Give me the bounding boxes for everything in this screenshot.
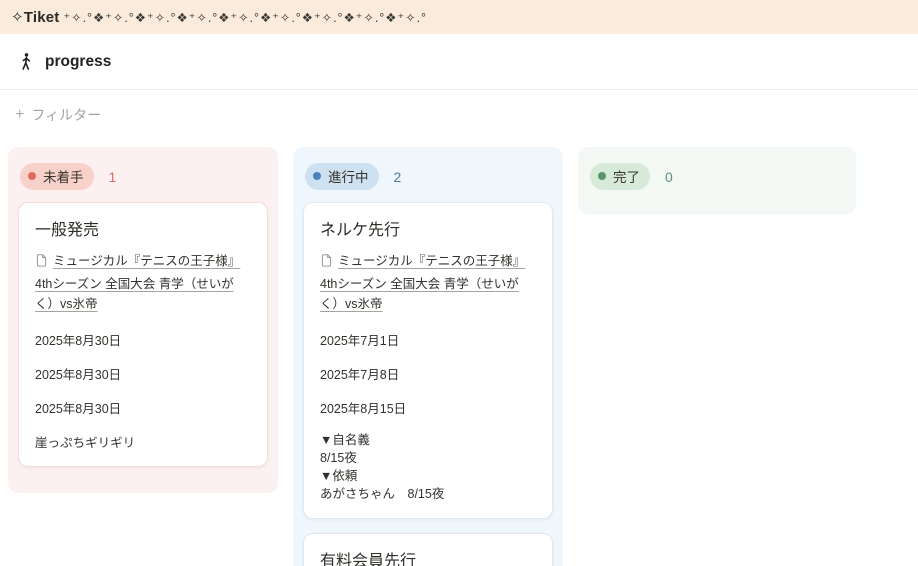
board-column-done: 完了 0: [578, 147, 856, 214]
card-property-value: 2025年7月8日: [320, 367, 400, 382]
card-title: 有料会員先行: [320, 553, 417, 566]
kanban-card[interactable]: 有料会員先行ミュージカル『刀剣乱舞』 目出度歌誉花舞 十周年祝賀祭: [303, 533, 553, 566]
card-relation-link[interactable]: ミュージカル『テニスの王子様』4thシーズン 全国大会 青学（せいがく）vs氷帝: [35, 254, 240, 311]
column-count: 0: [665, 168, 673, 185]
card-memo-line: 8/15夜: [320, 451, 357, 465]
status-label: 進行中: [328, 170, 369, 185]
status-dot-icon: [28, 172, 36, 180]
status-dot-icon: [313, 172, 321, 180]
column-header-in-progress: 進行中 2: [305, 163, 551, 190]
kanban-card[interactable]: 一般発売ミュージカル『テニスの王子様』4thシーズン 全国大会 青学（せいがく）…: [18, 202, 268, 467]
board-column-in-progress: 進行中 2 ネルケ先行ミュージカル『テニスの王子様』4thシーズン 全国大会 青学（…: [293, 147, 563, 566]
card-memo-line: あがさちゃん 8/15夜: [320, 487, 445, 502]
status-label: 未着手: [43, 170, 84, 185]
column-count: 2: [393, 168, 402, 185]
title-decoration: ⁺✧.°❖⁺✧.°❖⁺✧.°❖⁺✧.°❖⁺✧.°❖⁺✧.°❖⁺✧.°❖⁺✧.°❖…: [63, 10, 428, 25]
card-relation-link[interactable]: ミュージカル『テニスの王子様』4thシーズン 全国大会 青学（せいがく）vs氷帝: [320, 254, 525, 311]
card-relation-row: ミュージカル『テニスの王子様』4thシーズン 全国大会 青学（せいがく）vs氷帝: [35, 251, 251, 315]
card-property-value: 2025年8月15日: [320, 401, 407, 416]
status-dot-icon: [598, 172, 606, 180]
top-banner: ✧Tiket ⁺✧.°❖⁺✧.°❖⁺✧.°❖⁺✧.°❖⁺✧.°❖⁺✧.°❖⁺✧.…: [0, 0, 918, 34]
board-column-not-started: 未着手 1 一般発売ミュージカル『テニスの王子様』4thシーズン 全国大会 青学（せ…: [8, 147, 278, 493]
filter-label: フィルター: [31, 107, 102, 123]
workspace-title: ✧Tiket: [11, 9, 60, 26]
page-doc-icon: [320, 253, 333, 274]
card-property-value: 2025年8月30日: [35, 367, 122, 382]
card-property-value: 2025年8月30日: [35, 401, 122, 416]
kanban-card[interactable]: ネルケ先行ミュージカル『テニスの王子様』4thシーズン 全国大会 青学（せいがく…: [303, 202, 553, 520]
card-property-value: 崖っぷちギリギリ: [35, 435, 136, 450]
status-label: 完了: [613, 170, 640, 185]
column-count: 1: [108, 168, 117, 185]
status-pill-in-progress[interactable]: 進行中: [305, 163, 379, 190]
page-doc-icon: [35, 253, 48, 274]
card-property-value: 2025年8月30日: [35, 333, 122, 348]
card-relation-row: ミュージカル『テニスの王子様』4thシーズン 全国大会 青学（せいがく）vs氷帝: [320, 251, 536, 315]
page-title: progress: [45, 52, 112, 70]
card-title: 一般発売: [35, 222, 100, 239]
plus-icon: +: [15, 106, 25, 123]
column-header-done: 完了 0: [590, 163, 844, 190]
walking-person-icon[interactable]: [16, 52, 36, 72]
column-header-not-started: 未着手 1: [20, 163, 266, 190]
status-pill-not-started[interactable]: 未着手: [20, 163, 94, 190]
status-pill-done[interactable]: 完了: [590, 163, 650, 190]
add-filter-button[interactable]: + フィルター: [0, 90, 116, 131]
card-property-value: 2025年7月1日: [320, 333, 400, 348]
card-title: ネルケ先行: [320, 222, 401, 239]
board: 未着手 1 一般発売ミュージカル『テニスの王子様』4thシーズン 全国大会 青学（せ…: [0, 131, 918, 566]
card-memo: ▼自名義 8/15夜 ▼依頼あがさちゃん 8/15夜: [320, 431, 536, 504]
page-header: progress: [0, 34, 918, 90]
card-memo-line: ▼自名義: [320, 432, 370, 447]
card-memo-line: ▼依頼: [320, 469, 358, 484]
